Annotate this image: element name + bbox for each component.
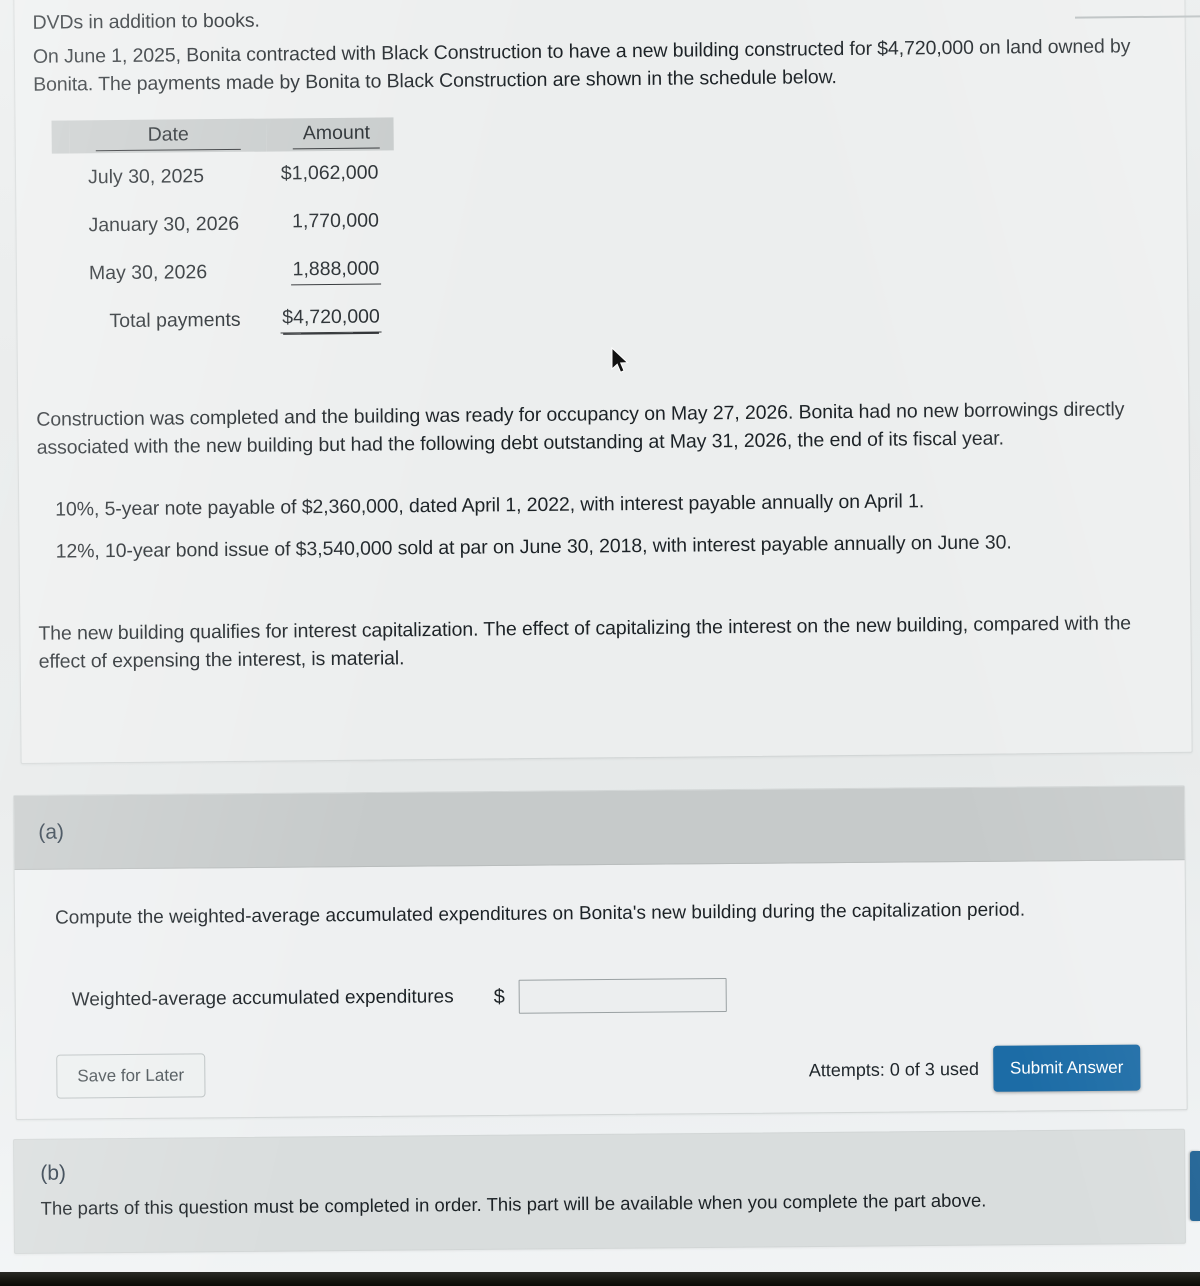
part-b-locked-message: The parts of this question must be compl… bbox=[40, 1189, 987, 1219]
stem-materiality-paragraph: The new building qualifies for interest … bbox=[38, 612, 1132, 673]
cell-date: July 30, 2025 bbox=[87, 164, 205, 188]
stem-completion-paragraph: Construction was completed and the build… bbox=[36, 398, 1125, 459]
column-header-date: Date bbox=[69, 118, 268, 154]
payment-schedule-body: July 30, 2025 $1,062,000 January 30, 202… bbox=[52, 150, 396, 345]
header-spacer bbox=[51, 120, 70, 154]
payment-schedule-table: Date Amount July 30, 2025 $1,062,000 Jan… bbox=[51, 117, 397, 345]
monitor-bezel bbox=[0, 1272, 1200, 1286]
table-total-row: Total payments $4,720,000 bbox=[53, 294, 396, 345]
stem-fragment-top: DVDs in addition to books. bbox=[32, 9, 260, 34]
part-b-label: (b) bbox=[40, 1161, 67, 1185]
cell-total-amount: $4,720,000 bbox=[268, 294, 396, 343]
attempts-status: Attempts: 0 of 3 used bbox=[808, 1058, 980, 1080]
table-row: July 30, 2025 $1,062,000 bbox=[52, 150, 395, 201]
stem-intro-paragraph: On June 1, 2025, Bonita contracted with … bbox=[32, 35, 1131, 96]
row-spacer bbox=[53, 297, 71, 345]
row-spacer bbox=[52, 153, 70, 201]
action-bar: Save for Later Attempts: 0 of 3 used Sub… bbox=[16, 1025, 1187, 1119]
column-header-amount: Amount bbox=[266, 117, 395, 152]
table-row: January 30, 2026 1,770,000 bbox=[52, 198, 395, 249]
cell-amount: $1,062,000 bbox=[280, 161, 379, 185]
part-a-prompt: Compute the weighted-average accumulated… bbox=[54, 899, 1026, 929]
stem-debt-bond: 12%, 10-year bond issue of $3,540,000 so… bbox=[55, 531, 1012, 563]
payment-schedule: Date Amount July 30, 2025 $1,062,000 Jan… bbox=[51, 110, 1158, 346]
action-bar-spacer bbox=[205, 1070, 809, 1075]
cell-date: January 30, 2026 bbox=[88, 212, 240, 236]
cell-date: May 30, 2026 bbox=[88, 260, 208, 284]
save-for-later-button[interactable]: Save for Later bbox=[56, 1053, 206, 1099]
currency-symbol: $ bbox=[493, 985, 505, 1008]
cell-amount: 1,770,000 bbox=[292, 209, 379, 233]
cell-total-label: Total payments bbox=[109, 308, 241, 332]
row-spacer bbox=[53, 249, 71, 297]
weighted-average-expenditures-input[interactable] bbox=[518, 978, 727, 1014]
table-row: May 30, 2026 1,888,000 bbox=[53, 246, 396, 297]
part-b-card: (b) The parts of this question must be c… bbox=[13, 1128, 1186, 1254]
stem-debt-note: 10%, 5-year note payable of $2,360,000, … bbox=[55, 490, 925, 521]
table-header-row: Date Amount bbox=[51, 117, 395, 154]
part-a-card: (a) Compute the weighted-average accumul… bbox=[13, 785, 1188, 1120]
answer-row: Weighted-average accumulated expenditure… bbox=[56, 974, 1156, 1017]
row-spacer bbox=[52, 201, 70, 249]
cell-amount: 1,888,000 bbox=[268, 246, 396, 295]
side-feedback-tab[interactable] bbox=[1190, 1151, 1200, 1221]
question-stem-card: DVDs in addition to books. On June 1, 20… bbox=[13, 0, 1193, 764]
submit-answer-button[interactable]: Submit Answer bbox=[992, 1044, 1141, 1092]
answer-field-label: Weighted-average accumulated expenditure… bbox=[71, 986, 454, 1011]
part-a-header: (a) bbox=[14, 786, 1185, 870]
part-a-label: (a) bbox=[38, 820, 65, 844]
